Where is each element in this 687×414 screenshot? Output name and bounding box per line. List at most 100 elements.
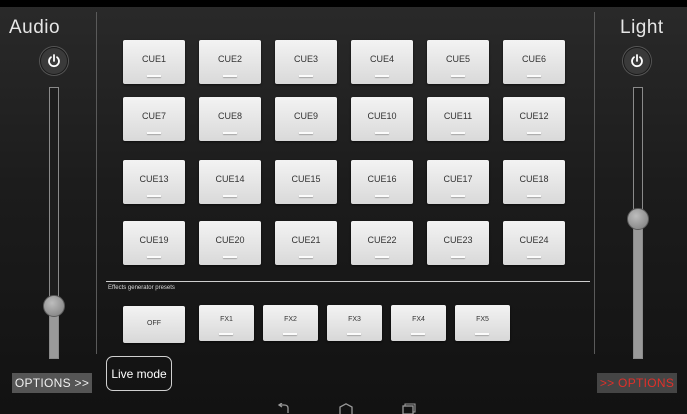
fx-preset-button[interactable]: FX4 (391, 305, 446, 341)
fx-preset-label: FX5 (476, 316, 489, 323)
effects-caption: Effects generator presets (108, 285, 175, 291)
back-icon[interactable] (276, 403, 292, 414)
cue-label: CUE18 (519, 174, 549, 184)
cue-indicator (147, 75, 161, 77)
power-icon (631, 54, 643, 68)
cue-button[interactable]: CUE2 (199, 40, 261, 84)
home-icon[interactable] (338, 403, 354, 414)
cue-indicator (147, 132, 161, 134)
cue-indicator (375, 132, 389, 134)
fx-preset-label: FX1 (220, 316, 233, 323)
cue-indicator (223, 256, 237, 258)
cue-indicator (527, 256, 541, 258)
fx-off-label: OFF (147, 320, 161, 327)
cue-button[interactable]: CUE18 (503, 160, 565, 204)
cue-button[interactable]: CUE7 (123, 97, 185, 141)
cue-indicator (451, 256, 465, 258)
cue-label: CUE17 (443, 174, 473, 184)
cue-label: CUE8 (217, 111, 242, 121)
effects-divider (106, 281, 590, 282)
fx-preset-button[interactable]: FX2 (263, 305, 318, 341)
recents-icon[interactable] (400, 403, 416, 414)
left-divider (96, 12, 97, 354)
cue-button[interactable]: CUE19 (123, 221, 185, 265)
cue-indicator (375, 75, 389, 77)
cue-indicator (223, 132, 237, 134)
cue-button[interactable]: CUE11 (427, 97, 489, 141)
cue-button[interactable]: CUE20 (199, 221, 261, 265)
cue-button[interactable]: CUE5 (427, 40, 489, 84)
cue-label: CUE4 (369, 54, 394, 64)
cue-button[interactable]: CUE22 (351, 221, 413, 265)
right-divider (594, 12, 595, 354)
cue-label: CUE21 (291, 235, 321, 245)
cue-label: CUE19 (139, 235, 169, 245)
fx-off-button[interactable]: OFF (123, 306, 185, 343)
cue-button[interactable]: CUE24 (503, 221, 565, 265)
cue-label: CUE23 (443, 235, 473, 245)
cue-label: CUE11 (443, 111, 473, 121)
light-slider-thumb[interactable] (627, 208, 649, 230)
cue-indicator (375, 195, 389, 197)
status-strip (0, 0, 687, 7)
cue-button[interactable]: CUE13 (123, 160, 185, 204)
cue-indicator (147, 195, 161, 197)
cue-indicator (451, 195, 465, 197)
cue-button[interactable]: CUE8 (199, 97, 261, 141)
cue-indicator (147, 256, 161, 258)
fx-preset-indicator (283, 333, 297, 335)
cue-button[interactable]: CUE9 (275, 97, 337, 141)
live-mode-button[interactable]: Live mode (106, 356, 172, 391)
cue-indicator (527, 195, 541, 197)
cue-button[interactable]: CUE14 (199, 160, 261, 204)
cue-label: CUE7 (141, 111, 166, 121)
cue-button[interactable]: CUE1 (123, 40, 185, 84)
cue-label: CUE13 (139, 174, 169, 184)
cue-label: CUE2 (217, 54, 242, 64)
cue-indicator (223, 75, 237, 77)
cue-label: CUE22 (367, 235, 397, 245)
cue-label: CUE24 (519, 235, 549, 245)
cue-button[interactable]: CUE12 (503, 97, 565, 141)
fx-preset-indicator (411, 333, 425, 335)
cue-label: CUE15 (291, 174, 321, 184)
cue-button[interactable]: CUE23 (427, 221, 489, 265)
audio-power-button[interactable] (40, 47, 68, 75)
cue-button[interactable]: CUE3 (275, 40, 337, 84)
fx-preset-button[interactable]: FX3 (327, 305, 382, 341)
cue-label: CUE5 (445, 54, 470, 64)
light-title: Light (620, 17, 664, 38)
audio-slider-thumb[interactable] (43, 295, 65, 317)
light-options-button[interactable]: >> OPTIONS (597, 373, 677, 393)
cue-label: CUE6 (521, 54, 546, 64)
fx-preset-button[interactable]: FX5 (455, 305, 510, 341)
cue-indicator (527, 75, 541, 77)
cue-indicator (299, 195, 313, 197)
cue-button[interactable]: CUE17 (427, 160, 489, 204)
fx-preset-indicator (475, 333, 489, 335)
audio-volume-slider[interactable] (43, 87, 65, 359)
cue-indicator (223, 195, 237, 197)
cue-indicator (299, 132, 313, 134)
cue-button[interactable]: CUE6 (503, 40, 565, 84)
cue-label: CUE12 (519, 111, 549, 121)
fx-preset-label: FX4 (412, 316, 425, 323)
cue-button[interactable]: CUE21 (275, 221, 337, 265)
cue-label: CUE16 (367, 174, 397, 184)
cue-label: CUE14 (215, 174, 245, 184)
fx-preset-button[interactable]: FX1 (199, 305, 254, 341)
light-power-button[interactable] (623, 47, 651, 75)
cue-indicator (527, 132, 541, 134)
cue-button[interactable]: CUE10 (351, 97, 413, 141)
light-intensity-slider[interactable] (627, 87, 649, 359)
cue-button[interactable]: CUE16 (351, 160, 413, 204)
cue-button[interactable]: CUE15 (275, 160, 337, 204)
cue-label: CUE1 (141, 54, 166, 64)
audio-options-button[interactable]: OPTIONS >> (12, 373, 92, 393)
cue-indicator (451, 132, 465, 134)
cue-button[interactable]: CUE4 (351, 40, 413, 84)
audio-title: Audio (9, 17, 61, 38)
cue-label: CUE10 (367, 111, 397, 121)
fx-preset-label: FX3 (348, 316, 361, 323)
power-icon (48, 54, 60, 68)
